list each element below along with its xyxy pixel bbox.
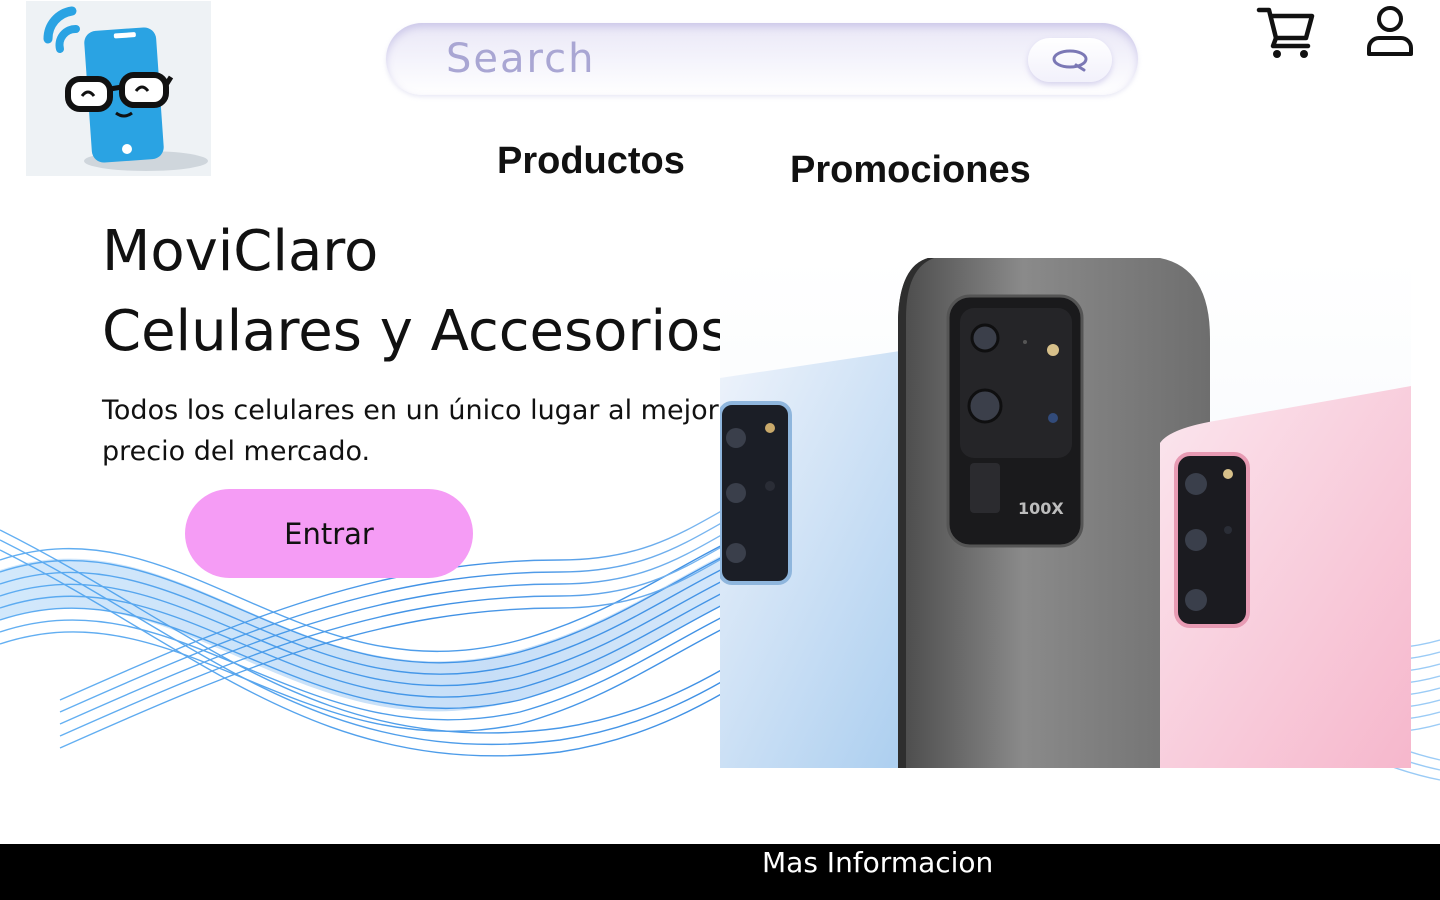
cart-icon <box>1256 7 1315 58</box>
hero-description: Todos los celulares en un único lugar al… <box>102 395 719 467</box>
hero-title: MoviClaro Celulares y Accesorios <box>102 212 729 372</box>
brand-logo[interactable] <box>26 1 211 176</box>
nav-promociones[interactable]: Promociones <box>790 149 1031 192</box>
phone-zoom-label: 100X <box>1018 499 1064 518</box>
cart-button[interactable] <box>1256 4 1316 60</box>
search-button[interactable] <box>1028 38 1112 82</box>
nav-productos[interactable]: Productos <box>497 140 685 183</box>
user-icon <box>1367 6 1413 56</box>
mas-informacion-link[interactable]: Mas Informacion <box>762 846 993 879</box>
smartphones-image: 100X <box>720 258 1411 768</box>
footer-bar: Mas Informacion <box>0 844 1440 900</box>
entrar-button[interactable]: Entrar <box>185 489 473 578</box>
search-bar <box>386 23 1138 95</box>
user-account-button[interactable] <box>1365 4 1415 58</box>
search-icon <box>1052 49 1088 72</box>
search-input[interactable] <box>446 31 1006 87</box>
hero-phones-image: 100X <box>720 258 1411 768</box>
hero-title-brand: MoviClaro <box>102 219 379 284</box>
smartphone-with-glasses-logo-icon <box>43 6 208 171</box>
hero-title-subtitle: Celulares y Accesorios <box>102 299 730 364</box>
